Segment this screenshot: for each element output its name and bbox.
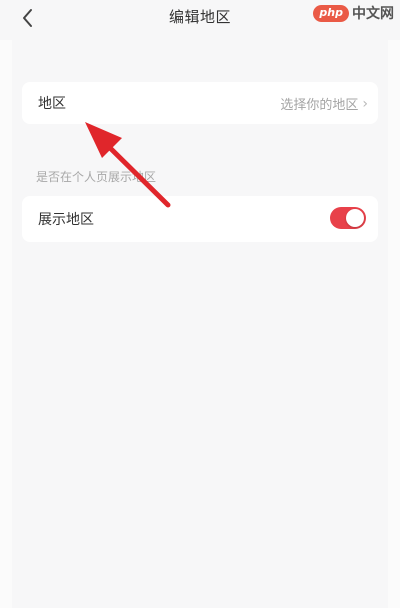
- show-region-toggle[interactable]: [330, 207, 366, 229]
- frame-edge-left: [0, 40, 12, 608]
- screen: 编辑地区 php 中文网 地区 选择你的地区 › 是否在个人页展示地区 展示地区: [0, 0, 400, 608]
- show-region-label: 展示地区: [38, 212, 94, 228]
- show-region-row: 展示地区: [22, 196, 378, 242]
- nav-bar: 编辑地区 php 中文网: [0, 0, 400, 40]
- region-row[interactable]: 地区 选择你的地区 ›: [22, 82, 378, 124]
- watermark-logo: php 中文网: [313, 3, 394, 23]
- section-hint: 是否在个人页展示地区: [36, 170, 157, 184]
- chevron-right-icon: ›: [362, 95, 368, 112]
- watermark-text: 中文网: [352, 6, 394, 22]
- toggle-knob: [346, 209, 364, 227]
- region-value: 选择你的地区: [280, 98, 359, 113]
- region-picker[interactable]: 选择你的地区 ›: [280, 94, 368, 114]
- region-label: 地区: [38, 96, 66, 112]
- frame-edge-right: [388, 40, 400, 608]
- watermark-badge: php: [313, 4, 349, 22]
